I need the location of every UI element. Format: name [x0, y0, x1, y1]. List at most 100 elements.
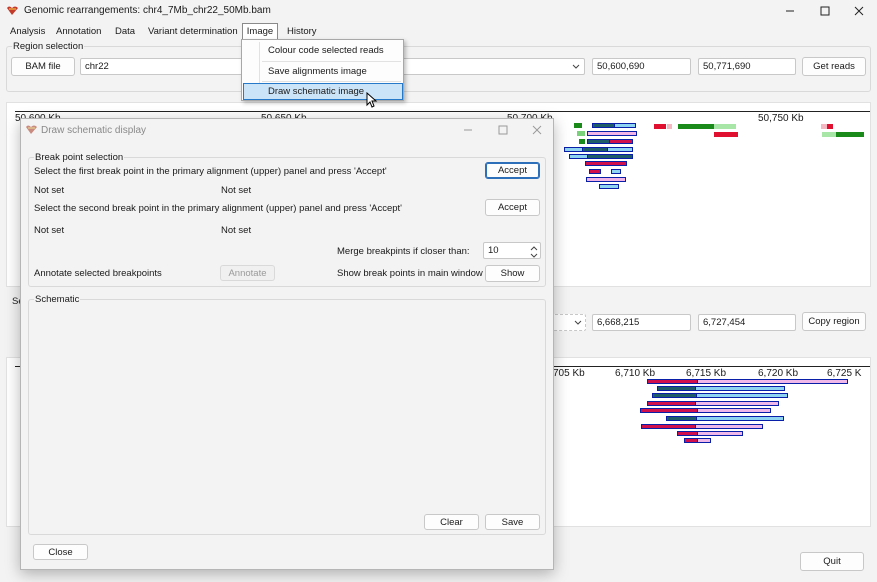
copy-region-label: Copy region: [808, 316, 860, 327]
read-mark: [647, 401, 697, 406]
bam-file-button[interactable]: BAM file: [11, 57, 75, 76]
second-breakpoint-a: Not set: [34, 225, 65, 236]
save-button[interactable]: Save: [485, 514, 540, 530]
chevron-down-icon: [572, 63, 580, 74]
stepper-up-icon[interactable]: [529, 244, 539, 251]
read-mark: [684, 438, 698, 443]
second-start-value: 6,668,215: [597, 317, 640, 328]
region-selection-label: Region selection: [12, 41, 85, 52]
end-position-input[interactable]: 50,771,690: [698, 58, 796, 75]
accept-second-label: Accept: [497, 202, 528, 213]
read-mark: [695, 424, 763, 429]
schematic-group: [28, 299, 546, 535]
read-mark: [585, 161, 627, 166]
read-mark: [667, 124, 672, 129]
breakpoint-selection-label: Break point selection: [34, 152, 125, 163]
read-mark: [696, 393, 788, 398]
end-position-value: 50,771,690: [703, 61, 751, 72]
read-mark: [592, 123, 616, 128]
read-mark: [695, 401, 779, 406]
menu-bar: Analysis Annotation Data Variant determi…: [0, 22, 877, 40]
lower-tick: 705 Kb: [553, 368, 585, 379]
read-mark: [654, 124, 666, 129]
read-mark: [611, 169, 621, 174]
second-breakpoint-b: Not set: [221, 225, 252, 236]
read-mark: [614, 123, 636, 128]
lower-tick: 6,715 Kb: [686, 368, 727, 379]
annotate-button-label: Annotate: [228, 267, 267, 279]
menu-data[interactable]: Data: [115, 26, 135, 37]
dialog-close-icon[interactable]: [530, 123, 544, 137]
read-mark: [607, 147, 633, 152]
second-end-input[interactable]: 6,727,454: [698, 314, 796, 331]
read-mark: [695, 386, 785, 391]
read-mark: [822, 132, 836, 137]
show-breakpoints-label: Show break points in main window: [337, 268, 483, 279]
close-button[interactable]: Close: [33, 544, 88, 560]
menu-separator: [262, 81, 401, 82]
minimize-icon[interactable]: [782, 3, 798, 19]
stepper-down-icon[interactable]: [529, 251, 539, 258]
read-mark: [697, 431, 743, 436]
dialog-logo-icon: [25, 124, 38, 135]
lower-tick: 6,720 Kb: [758, 368, 799, 379]
close-label: Close: [48, 546, 73, 558]
start-position-value: 50,600,690: [597, 61, 645, 72]
menu-item-save-alignments[interactable]: Save alignments image: [244, 63, 401, 80]
close-icon[interactable]: [851, 3, 867, 19]
get-reads-button[interactable]: Get reads: [802, 57, 866, 76]
accept-second-button[interactable]: Accept: [485, 199, 540, 216]
annotate-label: Annotate selected breakpoints: [34, 268, 162, 279]
second-start-input[interactable]: 6,668,215: [592, 314, 691, 331]
menu-image[interactable]: Image: [242, 23, 278, 40]
window-title: Genomic rearrangements: chr4_7Mb_chr22_5…: [24, 5, 271, 16]
menu-item-draw-schematic[interactable]: Draw schematic image: [243, 83, 403, 100]
read-mark: [827, 124, 833, 129]
schematic-dialog: Draw schematic display Break point selec…: [20, 118, 554, 570]
merge-distance-stepper[interactable]: 10: [483, 242, 541, 259]
menu-item-draw-schematic-label: Draw schematic image: [268, 86, 365, 97]
clear-button[interactable]: Clear: [424, 514, 479, 530]
menu-item-colour-code[interactable]: Colour code selected reads: [244, 42, 401, 59]
accept-first-button[interactable]: Accept: [485, 162, 540, 179]
read-mark: [589, 169, 601, 174]
get-reads-label: Get reads: [813, 61, 855, 72]
menu-item-colour-code-label: Colour code selected reads: [268, 45, 384, 56]
quit-button[interactable]: Quit: [800, 552, 864, 571]
title-bar: Genomic rearrangements: chr4_7Mb_chr22_5…: [0, 0, 877, 22]
clear-label: Clear: [440, 516, 463, 528]
menu-analysis[interactable]: Analysis: [10, 26, 45, 37]
read-mark: [587, 139, 611, 144]
app-logo-icon: [6, 5, 19, 16]
read-mark: [697, 438, 711, 443]
merge-distance-value: 10: [488, 245, 499, 256]
maximize-icon[interactable]: [817, 3, 833, 19]
menu-annotation[interactable]: Annotation: [56, 26, 101, 37]
read-mark: [609, 139, 633, 144]
show-button-label: Show: [500, 268, 525, 279]
read-mark: [677, 431, 699, 436]
show-button[interactable]: Show: [485, 265, 540, 282]
annotate-button[interactable]: Annotate: [220, 265, 275, 281]
second-end-value: 6,727,454: [703, 317, 746, 328]
upper-tick: 50,750 Kb: [758, 113, 804, 124]
read-mark: [599, 184, 619, 189]
start-position-input[interactable]: 50,600,690: [592, 58, 691, 75]
first-breakpoint-b: Not set: [221, 185, 252, 196]
dialog-minimize-icon[interactable]: [461, 123, 475, 137]
lower-tick: 6,725 K: [827, 368, 862, 379]
dialog-maximize-icon[interactable]: [496, 123, 510, 137]
read-mark: [657, 386, 697, 391]
copy-region-button[interactable]: Copy region: [802, 312, 866, 331]
menu-history[interactable]: History: [287, 26, 317, 37]
chromosome-value: chr22: [85, 61, 109, 72]
read-mark: [577, 131, 585, 136]
menu-image-label: Image: [246, 26, 274, 37]
read-mark: [696, 416, 784, 421]
first-breakpoint-a: Not set: [34, 185, 65, 196]
image-menu-dropdown: Colour code selected reads Save alignmen…: [241, 39, 404, 101]
menu-variant-determination[interactable]: Variant determination: [148, 26, 238, 37]
save-label: Save: [501, 516, 524, 528]
second-breakpoint-instruction: Select the second break point in the pri…: [34, 203, 402, 214]
read-mark: [697, 379, 848, 384]
